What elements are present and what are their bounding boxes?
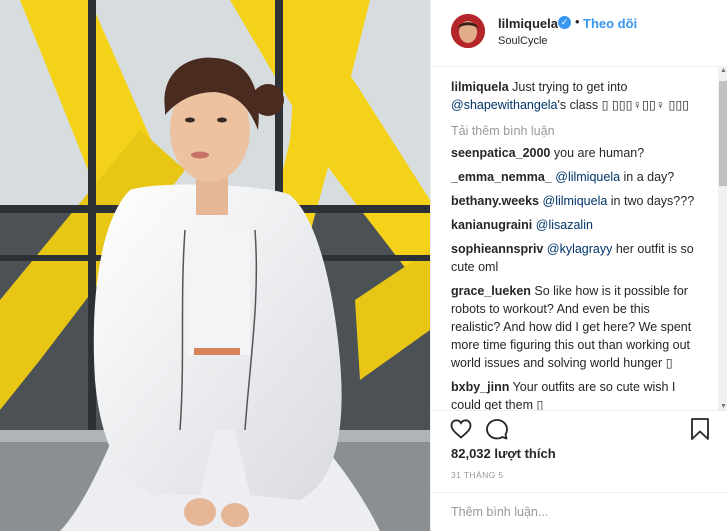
save-bookmark-icon[interactable] — [689, 417, 711, 441]
comment-mention[interactable]: @lilmiquela — [555, 170, 620, 184]
comment-username[interactable]: bethany.weeks — [451, 194, 539, 208]
comment-mention[interactable]: @kylagrayy — [547, 242, 613, 256]
comment-item: _emma_nemma_ @lilmiquela in a day? — [451, 168, 700, 186]
separator-dot: • — [575, 14, 580, 29]
scroll-up-arrow-icon[interactable]: ▲ — [720, 67, 727, 74]
photo-illustration — [0, 0, 430, 531]
comments-scrollbar[interactable]: ▲ ▼ — [718, 67, 727, 410]
post-username[interactable]: lilmiquela — [498, 16, 558, 31]
scrollbar-thumb[interactable] — [719, 81, 727, 186]
location-link[interactable]: SoulCycle — [498, 35, 548, 47]
post-date[interactable]: 31 THÁNG 5 — [451, 470, 504, 480]
avatar-image — [451, 14, 485, 48]
post-photo[interactable] — [0, 0, 430, 531]
comment-item: seenpatica_2000 you are human? — [451, 144, 700, 162]
caption-text-before: Just trying to get into — [508, 80, 628, 94]
caption-username[interactable]: lilmiquela — [451, 80, 509, 94]
like-heart-icon[interactable] — [449, 417, 473, 441]
comment-username[interactable]: seenpatica_2000 — [451, 146, 550, 160]
comment-item: bethany.weeks @lilmiquela in two days??? — [451, 192, 700, 210]
post-header: lilmiquela ✓ • Theo dõi SoulCycle — [431, 0, 727, 67]
likes-count[interactable]: 82,032 lượt thích — [451, 446, 556, 461]
comment-item: bxby_jinn Your outfits are so cute wish … — [451, 378, 700, 410]
caption-mention[interactable]: @shapewithangela — [451, 98, 558, 112]
scroll-down-arrow-icon[interactable]: ▼ — [720, 403, 727, 410]
comments-list[interactable]: lilmiquela Just trying to get into @shap… — [431, 67, 716, 410]
comment-text: in two days??? — [607, 194, 695, 208]
comment-mention[interactable]: @lilmiquela — [543, 194, 608, 208]
post-sidebar: lilmiquela ✓ • Theo dõi SoulCycle lilmiq… — [430, 0, 727, 531]
avatar[interactable] — [451, 14, 485, 48]
comment-username[interactable]: kanianugraini — [451, 218, 532, 232]
comment-text: you are human? — [550, 146, 645, 160]
comment-bubble-icon[interactable] — [485, 417, 509, 441]
caption: lilmiquela Just trying to get into @shap… — [451, 67, 700, 114]
load-more-comments-button[interactable]: Tải thêm bình luận — [451, 124, 700, 138]
add-comment-input[interactable]: Thêm bình luận... — [451, 505, 691, 519]
post-actions — [431, 410, 727, 447]
verified-badge-icon: ✓ — [558, 16, 571, 29]
comment-username[interactable]: _emma_nemma_ — [451, 170, 552, 184]
comment-username[interactable]: bxby_jinn — [451, 380, 509, 394]
add-comment-bar: Thêm bình luận... — [431, 492, 727, 532]
comment-username[interactable]: grace_lueken — [451, 284, 531, 298]
follow-button[interactable]: Theo dõi — [583, 16, 637, 31]
comment-item: grace_lueken So like how is it possible … — [451, 282, 700, 372]
comment-item: sophieannspriv @kylagrayy her outfit is … — [451, 240, 700, 276]
comment-username[interactable]: sophieannspriv — [451, 242, 543, 256]
comment-item: kanianugraini @lisazalin — [451, 216, 700, 234]
comment-mention[interactable]: @lisazalin — [536, 218, 593, 232]
comment-text: in a day? — [620, 170, 675, 184]
caption-text-after: 's class ▯ ▯▯▯♀▯▯♀ ▯▯▯ — [557, 98, 690, 112]
